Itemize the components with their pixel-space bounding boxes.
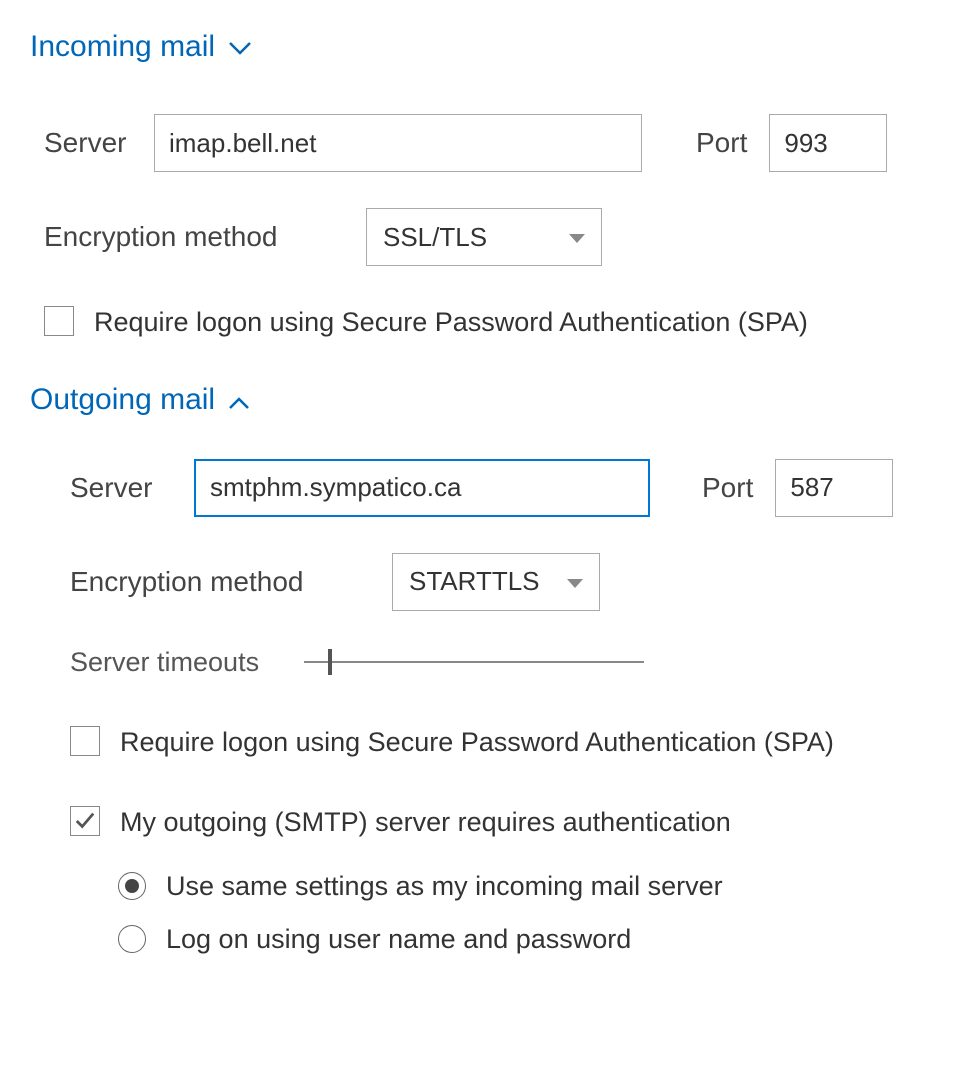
outgoing-port-label: Port — [702, 472, 753, 504]
dropdown-caret-icon — [569, 226, 585, 248]
outgoing-mail-title: Outgoing mail — [30, 383, 215, 417]
outgoing-mail-toggle[interactable]: Outgoing mail — [30, 383, 945, 417]
incoming-encryption-select[interactable]: SSL/TLS — [366, 208, 602, 266]
chevron-up-icon — [229, 383, 249, 417]
outgoing-auth-label: My outgoing (SMTP) server requires authe… — [120, 802, 731, 843]
dropdown-caret-icon — [567, 571, 583, 593]
incoming-spa-label: Require logon using Secure Password Auth… — [94, 302, 808, 343]
outgoing-server-label: Server — [70, 472, 194, 504]
outgoing-spa-checkbox[interactable] — [70, 726, 100, 756]
incoming-server-input[interactable] — [154, 114, 642, 172]
radio-logon-userpass-label: Log on using user name and password — [166, 924, 631, 955]
radio-same-settings[interactable] — [118, 872, 146, 900]
outgoing-port-input[interactable] — [775, 459, 893, 517]
incoming-port-input[interactable] — [769, 114, 887, 172]
slider-thumb[interactable] — [328, 649, 332, 675]
incoming-mail-toggle[interactable]: Incoming mail — [30, 30, 945, 64]
outgoing-encryption-label: Encryption method — [70, 566, 368, 598]
outgoing-encryption-value: STARTTLS — [409, 566, 540, 597]
incoming-encryption-value: SSL/TLS — [383, 222, 487, 253]
incoming-server-label: Server — [44, 127, 154, 159]
incoming-mail-title: Incoming mail — [30, 30, 215, 64]
radio-same-settings-label: Use same settings as my incoming mail se… — [166, 871, 723, 902]
incoming-spa-checkbox[interactable] — [44, 306, 74, 336]
chevron-down-icon — [229, 30, 251, 64]
outgoing-encryption-select[interactable]: STARTTLS — [392, 553, 600, 611]
incoming-port-label: Port — [696, 127, 747, 159]
outgoing-spa-label: Require logon using Secure Password Auth… — [120, 722, 834, 763]
outgoing-auth-checkbox[interactable] — [70, 806, 100, 836]
slider-track — [304, 661, 644, 663]
outgoing-server-input[interactable] — [194, 459, 650, 517]
checkmark-icon — [74, 810, 96, 832]
radio-logon-userpass[interactable] — [118, 925, 146, 953]
server-timeouts-label: Server timeouts — [70, 647, 280, 678]
server-timeouts-slider[interactable] — [304, 647, 644, 677]
incoming-encryption-label: Encryption method — [44, 221, 342, 253]
